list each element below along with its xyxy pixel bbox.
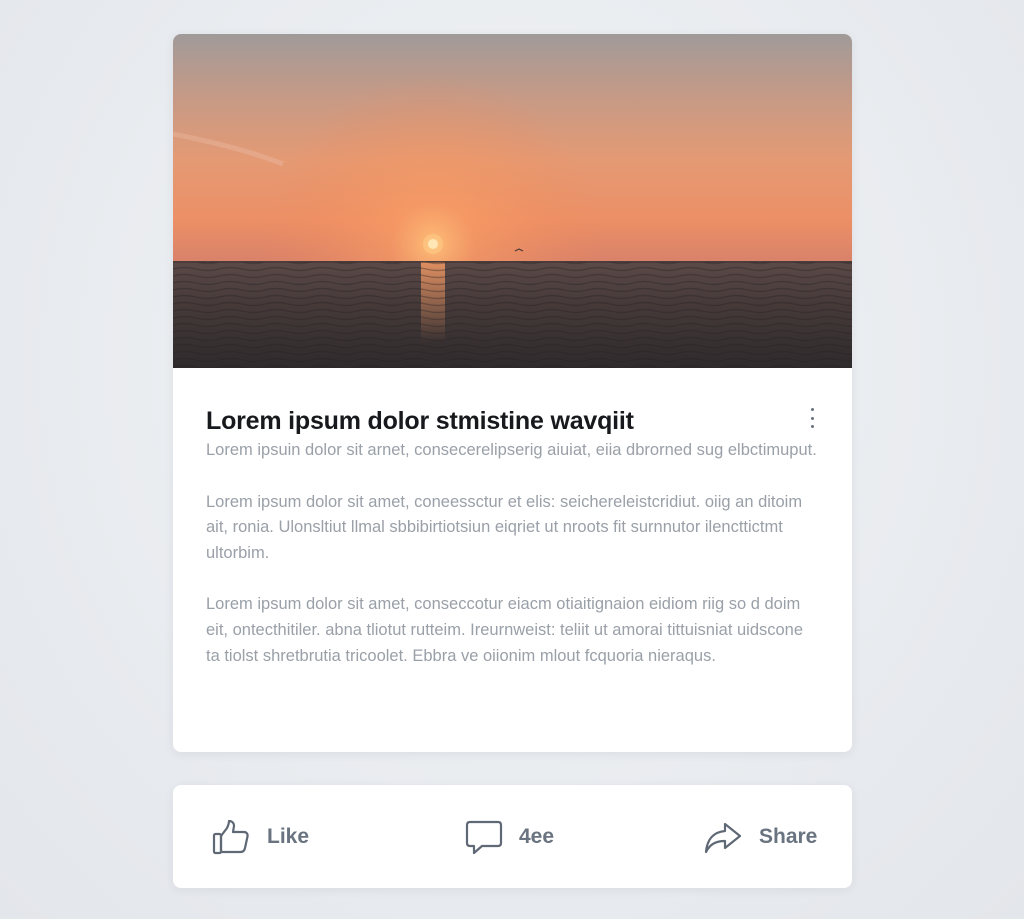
post-image — [173, 34, 852, 368]
comment-icon — [465, 817, 503, 857]
post-paragraph: Lorem ipsum dolor sit amet, conseccotur … — [206, 595, 804, 665]
post-title: Lorem ipsum dolor stmistine wavqiit — [206, 407, 634, 435]
share-button[interactable]: Share — [703, 785, 817, 888]
post-content: Lorem ipsum dolor stmistine wavqiit Lore… — [173, 368, 852, 669]
share-label: Share — [759, 824, 818, 848]
sunset-image — [173, 34, 852, 368]
more-vertical-icon[interactable] — [804, 408, 820, 428]
post-card: Lorem ipsum dolor stmistine wavqiit Lore… — [173, 34, 852, 752]
like-label: Like — [267, 824, 310, 848]
post-actions-bar: Like 4ee Share — [173, 785, 852, 888]
comment-count: 4ee — [519, 824, 555, 848]
post-paragraph: Lorem ipsuin dolor sit arnet, consecerel… — [206, 441, 817, 459]
page: Lorem ipsum dolor stmistine wavqiit Lore… — [0, 0, 1024, 919]
thumbs-up-icon — [211, 817, 251, 857]
menu-dot — [810, 416, 814, 420]
share-arrow-icon — [703, 817, 743, 857]
menu-dot — [810, 408, 814, 411]
post-paragraph: Lorem ipsum dolor sit amet, coneessctur … — [206, 492, 803, 562]
comment-button[interactable]: 4ee — [465, 785, 554, 888]
menu-dot — [810, 425, 814, 428]
like-button[interactable]: Like — [211, 785, 309, 888]
